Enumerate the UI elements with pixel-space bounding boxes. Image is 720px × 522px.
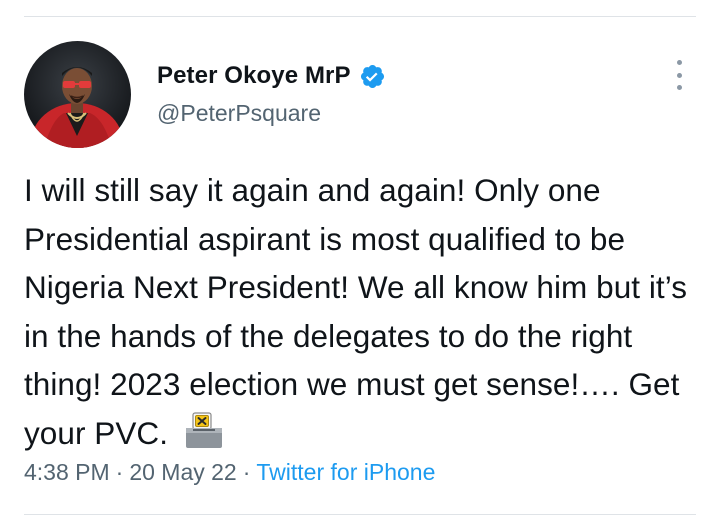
- tweet-source-link[interactable]: Twitter for iPhone: [256, 459, 435, 485]
- meta-separator: ·: [242, 459, 251, 485]
- more-dot: [676, 72, 682, 78]
- tweet-body: I will still say it again and again! Onl…: [24, 166, 714, 458]
- more-options-icon[interactable]: [667, 58, 691, 92]
- tweet-text: I will still say it again and again! Onl…: [24, 172, 688, 451]
- avatar[interactable]: [24, 41, 131, 148]
- top-divider: [24, 16, 696, 17]
- verified-badge-icon: [359, 63, 386, 90]
- tweet-meta: 4:38 PM · 20 May 22 · Twitter for iPhone: [24, 459, 435, 486]
- meta-separator: ·: [115, 459, 124, 485]
- tweet-time[interactable]: 4:38 PM: [24, 459, 110, 485]
- bottom-divider: [24, 514, 696, 515]
- display-name[interactable]: Peter Okoye MrP: [157, 62, 351, 90]
- ballot-box-icon: [183, 411, 225, 449]
- author-name-row[interactable]: Peter Okoye MrP: [157, 58, 386, 94]
- more-dot: [676, 85, 682, 90]
- author-handle[interactable]: @PeterPsquare: [157, 100, 321, 127]
- tweet-date[interactable]: 20 May 22: [129, 459, 236, 485]
- more-dot: [676, 60, 682, 65]
